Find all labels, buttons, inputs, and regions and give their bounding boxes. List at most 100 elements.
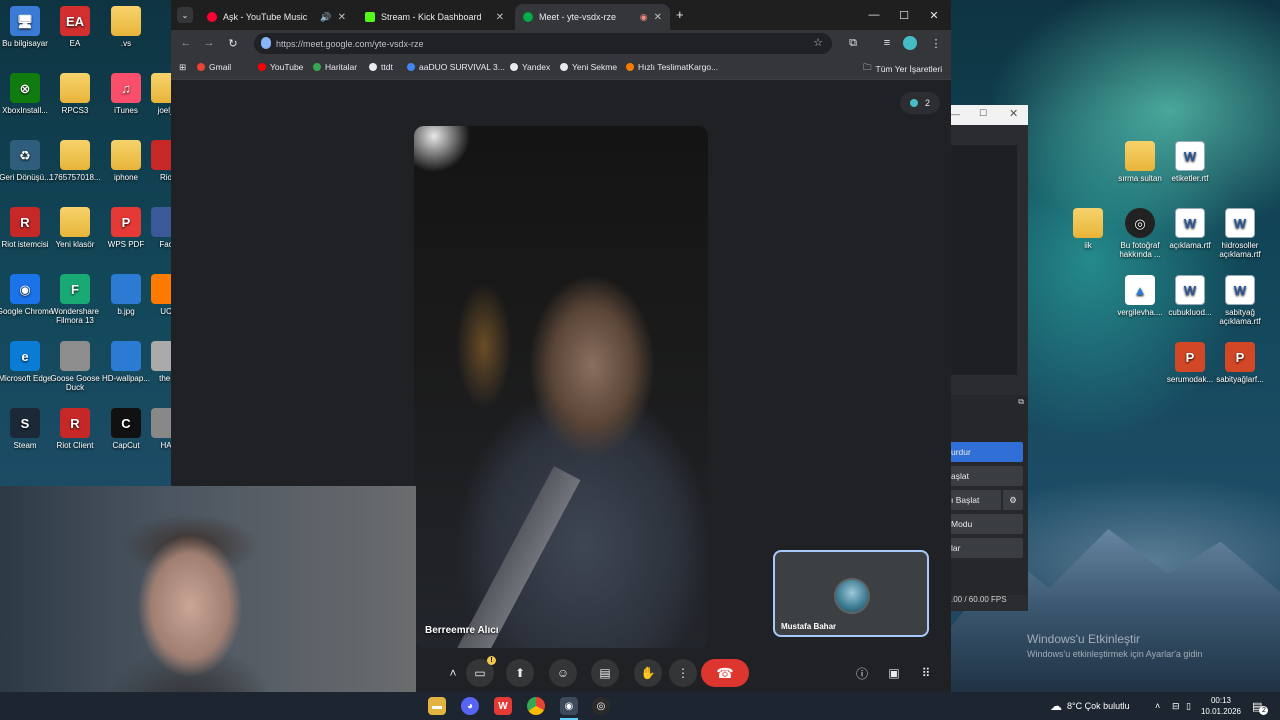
chrome-active-icon[interactable]: ◉: [560, 697, 578, 715]
maximize-icon[interactable]: ☐: [979, 108, 987, 119]
present-screen-button[interactable]: ⬆: [506, 659, 534, 687]
captions-button[interactable]: ▤: [591, 659, 619, 687]
close-tab-icon[interactable]: ✕: [338, 12, 346, 23]
end-call-button[interactable]: ☎: [701, 659, 749, 687]
desktop-file[interactable]: Wsabityağ açıklama.rtf: [1211, 275, 1269, 326]
bookmark-label: Haritalar: [325, 62, 358, 72]
activation-title: Windows'u Etkinleştir: [1027, 632, 1140, 646]
extensions-icon[interactable]: ⧉: [845, 35, 861, 51]
emoji-reactions-button[interactable]: ☺: [549, 659, 577, 687]
new-tab-button[interactable]: +: [676, 7, 684, 22]
discord-icon[interactable]: ◕: [461, 697, 479, 715]
obs-studio-mode-button[interactable]: Modu: [951, 514, 1023, 534]
dock-undock-icon[interactable]: ⧉: [1018, 397, 1024, 407]
folder-icon: 🗀: [863, 62, 872, 72]
desktop-shortcut[interactable]: EA EA: [46, 6, 104, 48]
reload-icon[interactable]: ↻: [225, 35, 241, 51]
desktop-shortcut[interactable]: .vs: [97, 6, 155, 48]
bookmark-item[interactable]: Yandex: [510, 62, 550, 72]
obs-fps-readout: .00 / 60.00 FPS: [951, 595, 1007, 604]
main-participant-video: [414, 126, 708, 648]
gear-icon[interactable]: ⚙: [1003, 490, 1023, 510]
obs-icon[interactable]: ◎: [592, 697, 610, 715]
desktop-shortcut[interactable]: RPCS3: [46, 73, 104, 115]
tab-kick-dashboard[interactable]: Stream - Kick Dashboard ✕: [357, 4, 512, 30]
profile-avatar[interactable]: [903, 36, 917, 50]
shortcut-label: 1765757018...: [49, 173, 101, 182]
shortcut-label: Goose Goose Duck: [50, 374, 100, 392]
obs-window[interactable]: — ☐ ✕ ⧉ urdur aşlat ı Başlat ⚙ Modu lar …: [951, 105, 1028, 611]
bookmark-item[interactable]: Gmail: [197, 62, 231, 72]
wps-icon[interactable]: W: [494, 697, 512, 715]
file-label: sabityağlarf...: [1216, 375, 1264, 384]
obs-virtual-camera-button[interactable]: ı Başlat: [951, 490, 1001, 510]
clock-date: 10.01.2026: [1200, 707, 1242, 716]
bookmark-item[interactable]: Haritalar: [313, 62, 357, 72]
close-tab-icon[interactable]: ✕: [496, 12, 504, 23]
maximize-icon[interactable]: ☐: [889, 0, 919, 30]
bookmark-item[interactable]: aaDUO SURVIVAL 3...: [407, 62, 505, 72]
windows-taskbar: ▬ ◕ W ◉ ◎ ☁ 8°C Çok bulutlu ˄ ⊟ ▯ 00:13 …: [0, 692, 1280, 720]
mic-options-chevron-icon[interactable]: ˄: [439, 659, 467, 687]
obs-start-recording-button[interactable]: aşlat: [951, 466, 1023, 486]
obs-stop-stream-button[interactable]: urdur: [951, 442, 1023, 462]
bookmark-star-icon[interactable]: ☆: [813, 36, 823, 49]
bookmark-favicon-icon: [407, 63, 415, 71]
site-info-icon[interactable]: [261, 37, 271, 49]
chat-icon[interactable]: ▣: [880, 659, 908, 687]
desktop-file[interactable]: iik: [1059, 208, 1117, 250]
desktop-shortcut[interactable]: 1765757018...: [46, 140, 104, 182]
desktop-file[interactable]: Wetiketler.rtf: [1161, 141, 1219, 183]
notification-center-icon[interactable]: ▤ 2: [1252, 692, 1269, 720]
close-icon[interactable]: ✕: [1009, 107, 1018, 120]
desktop-file[interactable]: Whidrosoller açıklama.rtf: [1211, 208, 1269, 259]
bookmark-item[interactable]: Hızlı TeslimatKargo...: [626, 62, 718, 72]
browser-toolbar: ← → ↻ https://meet.google.com/yte-vsdx-r…: [171, 30, 951, 56]
self-view-tile[interactable]: Mustafa Bahar: [773, 550, 929, 637]
apps-grid-icon[interactable]: ⊞: [179, 62, 186, 73]
desktop-file[interactable]: Psabityağlarf...: [1211, 342, 1269, 384]
tab-search-icon[interactable]: ⌄: [177, 7, 193, 23]
tab-google-meet[interactable]: Meet - yte-vsdx-rze ◉ ✕: [515, 4, 670, 30]
weather-widget[interactable]: ☁ 8°C Çok bulutlu: [1050, 692, 1130, 720]
obs-titlebar[interactable]: — ☐ ✕: [951, 105, 1028, 125]
menu-icon[interactable]: ⋮: [928, 35, 944, 51]
close-window-icon[interactable]: ✕: [919, 0, 949, 30]
participants-button[interactable]: 2: [900, 92, 940, 114]
bookmark-item[interactable]: YouTube: [258, 62, 303, 72]
address-bar[interactable]: https://meet.google.com/yte-vsdx-rze ☆: [254, 33, 832, 54]
activities-grid-icon[interactable]: ⠿: [912, 659, 940, 687]
obs-settings-button[interactable]: lar: [951, 538, 1023, 558]
tab-title: Aşk - YouTube Music: [223, 12, 308, 22]
shortcut-icon: [60, 73, 90, 103]
windows-activation-watermark: Windows'u Etkinleştir Windows'u etkinleş…: [1027, 632, 1202, 659]
tab-title: Meet - yte-vsdx-rze: [539, 12, 617, 22]
all-bookmarks-folder[interactable]: 🗀 Tüm Yer İşaretleri: [863, 62, 942, 76]
minimize-icon[interactable]: —: [951, 109, 960, 119]
system-clock[interactable]: 00:13 10.01.2026: [1196, 695, 1246, 717]
media-control-icon[interactable]: ≡: [879, 35, 895, 51]
file-icon: W: [1225, 275, 1255, 305]
forward-arrow-icon[interactable]: →: [201, 35, 217, 51]
battery-icon[interactable]: ▯: [1186, 692, 1191, 720]
network-icon[interactable]: ⊟: [1172, 692, 1180, 720]
desktop-shortcut[interactable]: Goose Goose Duck: [46, 341, 104, 392]
raise-hand-button[interactable]: ✋: [634, 659, 662, 687]
tab-strip: ⌄ Aşk - YouTube Music 🔊 ✕ Stream - Kick …: [171, 0, 951, 30]
desktop-shortcut[interactable]: F Wondershare Filmora 13: [46, 274, 104, 325]
tray-overflow-chevron-icon[interactable]: ˄: [1155, 692, 1160, 720]
minimize-icon[interactable]: —: [859, 0, 889, 30]
speaker-icon[interactable]: 🔊: [320, 12, 331, 23]
close-tab-icon[interactable]: ✕: [654, 12, 662, 23]
file-explorer-icon[interactable]: ▬: [428, 697, 446, 715]
meeting-info-icon[interactable]: ⓘ: [848, 659, 876, 687]
desktop-shortcut[interactable]: R Riot Client: [46, 408, 104, 450]
more-options-button[interactable]: ⋮: [669, 659, 697, 687]
desktop-shortcut[interactable]: Yeni klasör: [46, 207, 104, 249]
back-arrow-icon[interactable]: ←: [178, 35, 194, 51]
chrome-icon[interactable]: [527, 697, 545, 715]
bookmark-item[interactable]: Yeni Sekme: [560, 62, 617, 72]
tab-youtube-music[interactable]: Aşk - YouTube Music 🔊 ✕: [199, 4, 354, 30]
bookmark-item[interactable]: ttdt: [369, 62, 393, 72]
self-avatar: [834, 578, 870, 614]
